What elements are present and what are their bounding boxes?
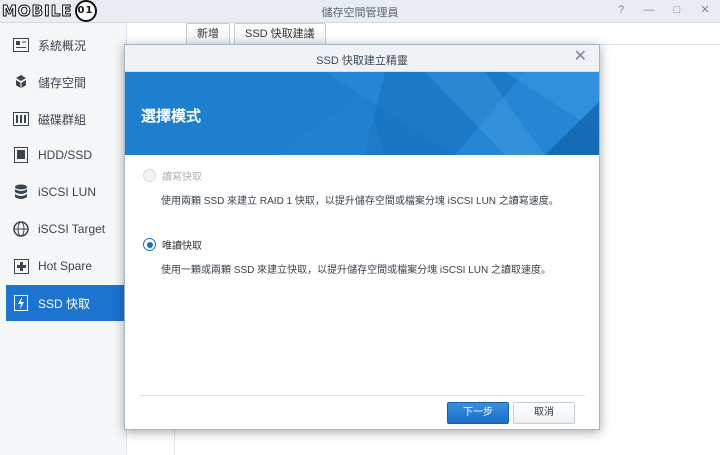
sidebar-item-storage[interactable]: 儲存空間 xyxy=(6,64,124,100)
minimize-icon[interactable]: — xyxy=(642,3,656,17)
dialog-heading: 選擇模式 xyxy=(141,108,202,125)
sidebar-item-label: iSCSI LUN xyxy=(38,185,97,199)
sidebar-item-label: Hot Spare xyxy=(38,259,93,273)
sidebar-item-disk-group[interactable]: 磁碟群組 xyxy=(6,101,124,137)
ssd-cache-advisor-button[interactable]: SSD 快取建議 xyxy=(234,23,326,45)
dialog-titlebar: SSD 快取建立精靈 ✕ xyxy=(125,45,599,72)
option-label: 唯讀快取 xyxy=(162,241,202,253)
disk-group-icon xyxy=(12,110,30,128)
option-label: 讀寫快取 xyxy=(162,172,202,184)
storage-icon xyxy=(12,73,30,91)
sidebar-item-label: iSCSI Target xyxy=(38,222,106,236)
hdd-ssd-icon xyxy=(12,146,30,164)
close-icon[interactable]: ✕ xyxy=(698,3,712,17)
sidebar-item-overview[interactable]: 系統概況 xyxy=(6,27,124,63)
sidebar-item-hdd-ssd[interactable]: HDD/SSD xyxy=(6,137,124,173)
sidebar-item-hot-spare[interactable]: Hot Spare xyxy=(6,248,124,284)
option-description: 使用一顆或兩顆 SSD 來建立快取，以提升儲存空間或檔案分塊 iSCSI LUN… xyxy=(161,265,552,276)
sidebar-item-label: HDD/SSD xyxy=(38,148,93,162)
cancel-button[interactable]: 取消 xyxy=(513,402,575,424)
dialog-title: SSD 快取建立精靈 xyxy=(316,55,408,67)
dialog-banner: 選擇模式 xyxy=(125,72,599,155)
pin-icon[interactable]: ? xyxy=(614,3,628,17)
toolbar: 新增 SSD 快取建議 xyxy=(186,23,326,45)
radio-read-write[interactable] xyxy=(143,169,156,183)
option-description: 使用兩顆 SSD 來建立 RAID 1 快取，以提升儲存空間或檔案分塊 iSCS… xyxy=(161,196,559,207)
next-button[interactable]: 下一步 xyxy=(447,402,509,424)
close-icon[interactable]: ✕ xyxy=(574,49,587,65)
hot-spare-icon xyxy=(12,257,30,275)
window-titlebar: MOBILE 01 儲存空間管理員 ? — □ ✕ xyxy=(0,0,720,23)
dialog-footer-divider xyxy=(139,395,585,396)
sidebar-item-label: 系統概況 xyxy=(38,38,87,53)
sidebar-item-ssd-cache[interactable]: SSD 快取 xyxy=(6,285,124,321)
option-read-write-cache[interactable]: 讀寫快取 xyxy=(143,168,202,183)
ssd-cache-icon xyxy=(12,294,30,312)
option-read-only-cache[interactable]: 唯讀快取 xyxy=(143,237,202,252)
sidebar: 系統概況 儲存空間 磁碟群組 HDD/SSD iSCSI LUN iSCSI T… xyxy=(0,23,127,455)
overview-icon xyxy=(12,36,30,54)
iscsi-target-icon xyxy=(12,220,30,238)
sidebar-item-label: SSD 快取 xyxy=(38,296,91,311)
window-controls: ? — □ ✕ xyxy=(614,3,712,17)
sidebar-item-label: 儲存空間 xyxy=(38,75,87,90)
maximize-icon[interactable]: □ xyxy=(670,3,684,17)
radio-read-only[interactable] xyxy=(143,238,156,252)
window-title: 儲存空間管理員 xyxy=(321,7,399,19)
ssd-cache-wizard-dialog: SSD 快取建立精靈 ✕ 選擇模式 讀寫快取 使用兩顆 SSD 來建立 RAID… xyxy=(124,44,600,430)
sidebar-item-label: 磁碟群組 xyxy=(38,112,87,127)
sidebar-item-iscsi-lun[interactable]: iSCSI LUN xyxy=(6,174,124,210)
iscsi-lun-icon xyxy=(12,183,30,201)
sidebar-item-iscsi-target[interactable]: iSCSI Target xyxy=(6,211,124,247)
new-button[interactable]: 新增 xyxy=(186,23,230,45)
